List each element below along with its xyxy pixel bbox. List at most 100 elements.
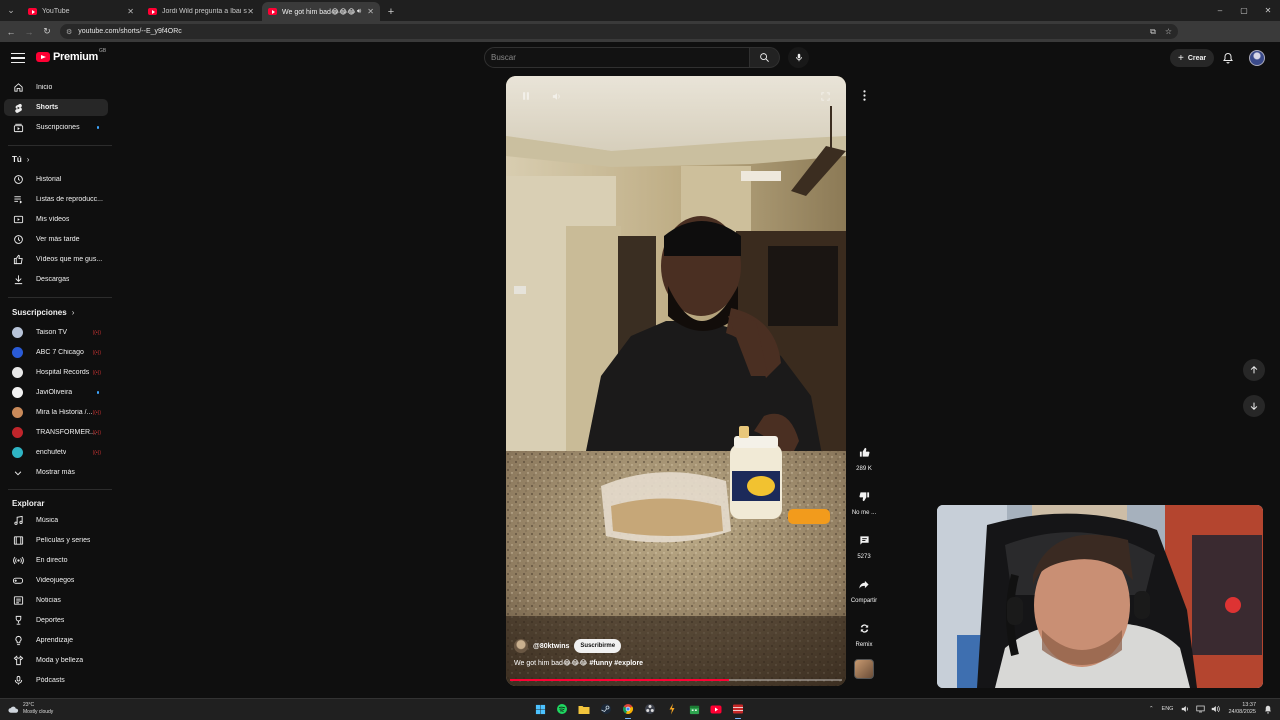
sidebar-item-en-directo[interactable]: En directo: [4, 552, 108, 569]
taskbar-file-explorer[interactable]: [576, 701, 592, 717]
notification-center-icon[interactable]: [1264, 705, 1272, 714]
youtube-premium-logo[interactable]: Premium GB: [36, 48, 106, 63]
sidebar-channel-enchufetv[interactable]: enchufetv ((•)): [4, 444, 108, 461]
sidebar-item-videojuegos[interactable]: Videojuegos: [4, 572, 108, 589]
browser-tab-youtube[interactable]: YouTube ✕: [22, 2, 140, 21]
sidebar-item-label: Mis vídeos: [36, 216, 70, 223]
sidebar-item-descargas[interactable]: Descargas: [4, 271, 108, 288]
sidebar-item-moda-y-belleza[interactable]: Moda y belleza: [4, 652, 108, 669]
notifications-button[interactable]: [1221, 51, 1235, 65]
share-button[interactable]: [854, 574, 874, 594]
network-volume-group[interactable]: [1181, 705, 1221, 713]
section-title: Explorar: [12, 499, 45, 508]
sidebar-item-podcasts[interactable]: Pódcasts: [4, 672, 108, 689]
short-hashtags[interactable]: #funny #explore: [589, 660, 643, 667]
tab-audio-playing-icon[interactable]: 🔊︎: [357, 8, 361, 16]
windows-start-button[interactable]: [532, 701, 548, 717]
bookmark-star-icon[interactable]: ☆: [1165, 27, 1172, 36]
sidebar-item-shorts[interactable]: Shorts: [4, 99, 108, 116]
back-arrow-icon[interactable]: ←: [2, 21, 20, 42]
taskbar-app-recorder[interactable]: [730, 701, 746, 719]
taskbar-spotify[interactable]: [554, 701, 570, 717]
sidebar-item-suscripciones[interactable]: Suscripciones: [4, 119, 108, 136]
minimize-window-button[interactable]: –: [1208, 0, 1232, 21]
sidebar-channel-hospital-records[interactable]: Hospital Records ((•)): [4, 364, 108, 381]
tab-close-icon[interactable]: ✕: [367, 7, 374, 16]
downloads-icon: [12, 274, 24, 286]
close-window-button[interactable]: ✕: [1256, 0, 1280, 21]
like-button[interactable]: [854, 442, 874, 462]
original-sound-thumbnail[interactable]: [854, 659, 874, 679]
browser-tab-current-short[interactable]: We got him bad😂😂😂 # 🔊︎ ✕: [262, 2, 380, 21]
weather-widget[interactable]: 23°C Mostly cloudy: [8, 702, 53, 716]
forward-arrow-icon[interactable]: →: [20, 21, 38, 42]
sidebar-channel-mira-la-historia[interactable]: Mira la Historia /... ((•)): [4, 404, 108, 421]
next-short-button[interactable]: [1243, 395, 1265, 417]
sidebar-item-musica[interactable]: Música: [4, 512, 108, 529]
account-avatar[interactable]: [1249, 50, 1265, 66]
watch-later-icon: [12, 234, 24, 246]
browser-tab-jordi-wild[interactable]: Jordi Wild pregunta a Ibai si es ✕: [142, 2, 260, 21]
taskbar-clock[interactable]: 13:37 24/08/2025: [1228, 702, 1256, 716]
search-button[interactable]: [750, 47, 780, 68]
sidebar-section-explore: Explorar: [12, 499, 44, 508]
search-input[interactable]: [491, 53, 749, 62]
tab-search-chevron-icon[interactable]: ⌄: [0, 0, 22, 21]
reload-icon[interactable]: ↻: [38, 21, 56, 42]
sidebar-channel-taison-tv[interactable]: Taison TV ((•)): [4, 324, 108, 341]
sidebar-item-deportes[interactable]: Deportes: [4, 612, 108, 629]
address-bar[interactable]: ⚙ youtube.com/shorts/--E_y9f4ORc ⧉ ☆: [60, 24, 1178, 39]
comments-button[interactable]: [854, 530, 874, 550]
site-info-icon[interactable]: ⚙: [66, 28, 72, 36]
volume-button[interactable]: [549, 88, 565, 104]
sidebar-item-mis-videos[interactable]: Mis vídeos: [4, 211, 108, 228]
dislike-action: No me ...: [846, 486, 882, 516]
tab-close-icon[interactable]: ✕: [127, 7, 134, 16]
subscribe-button[interactable]: Suscribirme: [574, 639, 622, 653]
taskbar-youtube[interactable]: [708, 701, 724, 717]
taskbar-steam[interactable]: [598, 701, 614, 717]
sidebar-channel-abc7-chicago[interactable]: ABC 7 Chicago ((•)): [4, 344, 108, 361]
taskbar-app-stream-deck[interactable]: [664, 701, 680, 717]
sidebar-item-playlists[interactable]: Listas de reproducc...: [4, 191, 108, 208]
voice-search-button[interactable]: [788, 47, 809, 68]
sidebar-show-more[interactable]: Mostrar más: [4, 464, 108, 481]
more-options-button[interactable]: [856, 87, 872, 103]
taskbar-calendar[interactable]: [686, 701, 702, 717]
tray-overflow-chevron-icon[interactable]: ⌃: [1149, 706, 1154, 712]
maximize-window-button[interactable]: ▢: [1232, 0, 1256, 21]
sidebar-channel-transformer[interactable]: TRANSFORMER... ((•)): [4, 424, 108, 441]
taskbar-obs[interactable]: [642, 701, 658, 717]
sidebar-section-subscriptions[interactable]: Suscripciones ›: [12, 308, 74, 317]
sidebar-section-you[interactable]: Tú ›: [12, 155, 29, 164]
sidebar-item-aprendizaje[interactable]: Aprendizaje: [4, 632, 108, 649]
fullscreen-button[interactable]: [817, 88, 833, 104]
pause-button[interactable]: [518, 88, 534, 104]
open-in-app-icon[interactable]: ⧉: [1150, 27, 1156, 37]
tab-close-icon[interactable]: ✕: [247, 7, 254, 16]
sidebar-item-liked-videos[interactable]: Vídeos que me gus...: [4, 251, 108, 268]
sidebar-item-peliculas[interactable]: Películas y series: [4, 532, 108, 549]
section-title: Suscripciones: [12, 308, 67, 317]
sidebar-item-noticias[interactable]: Noticias: [4, 592, 108, 609]
sidebar-channel-javioliveira[interactable]: JaviOliveira: [4, 384, 108, 401]
sidebar-item-historial[interactable]: Historial: [4, 171, 108, 188]
input-language[interactable]: ENG: [1162, 706, 1174, 712]
channel-avatar[interactable]: [514, 639, 528, 653]
channel-handle[interactable]: @80ktwins: [533, 643, 569, 650]
window-controls: – ▢ ✕: [1208, 0, 1280, 21]
live-indicator-icon: ((•)): [92, 429, 101, 436]
shorts-video-player[interactable]: @80ktwins Suscribirme We got him bad😂😂😂 …: [506, 76, 846, 686]
video-progress-bar[interactable]: [510, 679, 842, 681]
taskbar-chrome[interactable]: [620, 701, 636, 719]
sidebar-item-inicio[interactable]: Inicio: [4, 79, 108, 96]
dislike-button[interactable]: [854, 486, 874, 506]
previous-short-button[interactable]: [1243, 359, 1265, 381]
short-title[interactable]: We got him bad😂😂😂 #funny #explore: [514, 659, 643, 667]
hamburger-menu-icon[interactable]: [11, 51, 25, 65]
share-icon: [859, 580, 869, 589]
create-button[interactable]: + Crear: [1170, 49, 1215, 67]
new-tab-button[interactable]: +: [382, 2, 400, 21]
remix-button[interactable]: [854, 618, 874, 638]
sidebar-item-ver-mas-tarde[interactable]: Ver más tarde: [4, 231, 108, 248]
